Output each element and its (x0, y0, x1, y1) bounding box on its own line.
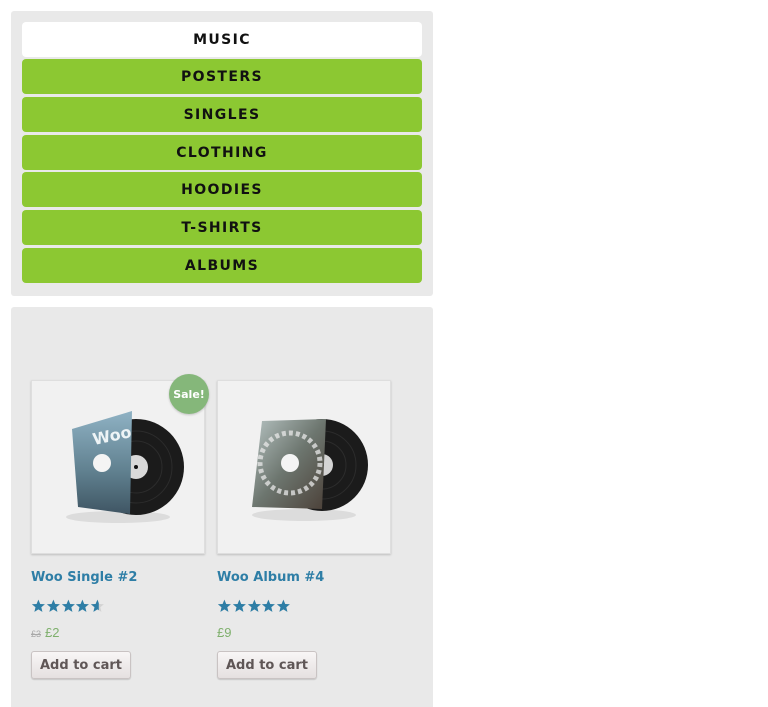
category-posters[interactable]: Posters (22, 59, 422, 94)
star-icon (217, 599, 231, 612)
product-price: £9 (217, 625, 231, 640)
product-image[interactable] (217, 380, 391, 554)
star-icon (262, 599, 276, 612)
product-price: £3 £2 (31, 625, 59, 640)
star-icon (46, 599, 60, 612)
category-albums[interactable]: Albums (22, 248, 422, 283)
category-t-shirts[interactable]: T-Shirts (22, 210, 422, 245)
add-to-cart-button[interactable]: Add to cart (31, 651, 131, 679)
category-hoodies[interactable]: Hoodies (22, 172, 422, 207)
product-title[interactable]: Woo Single #2 (31, 570, 137, 585)
star-icon (247, 599, 261, 612)
star-icon (91, 599, 105, 612)
category-music[interactable]: Music (22, 22, 422, 57)
star-icon (277, 599, 291, 612)
add-to-cart-button[interactable]: Add to cart (217, 651, 317, 679)
sale-badge: Sale! (169, 374, 209, 414)
star-icon (232, 599, 246, 612)
rating-stars (217, 599, 291, 615)
product-grid: Woo Sale! Woo Single #2 £3 £2 Add to cart (11, 307, 433, 707)
sale-price: £2 (45, 625, 60, 640)
vinyl-album-cover-icon (252, 419, 368, 521)
product-title[interactable]: Woo Album #4 (217, 570, 324, 585)
rating-stars (31, 599, 105, 615)
category-singles[interactable]: Singles (22, 97, 422, 132)
star-icon (76, 599, 90, 612)
old-price: £3 (31, 629, 42, 639)
price: £9 (217, 625, 232, 640)
category-menu: Music Posters Singles Clothing Hoodies T… (11, 11, 433, 296)
star-icon (31, 599, 45, 612)
category-clothing[interactable]: Clothing (22, 135, 422, 170)
star-icon (61, 599, 75, 612)
